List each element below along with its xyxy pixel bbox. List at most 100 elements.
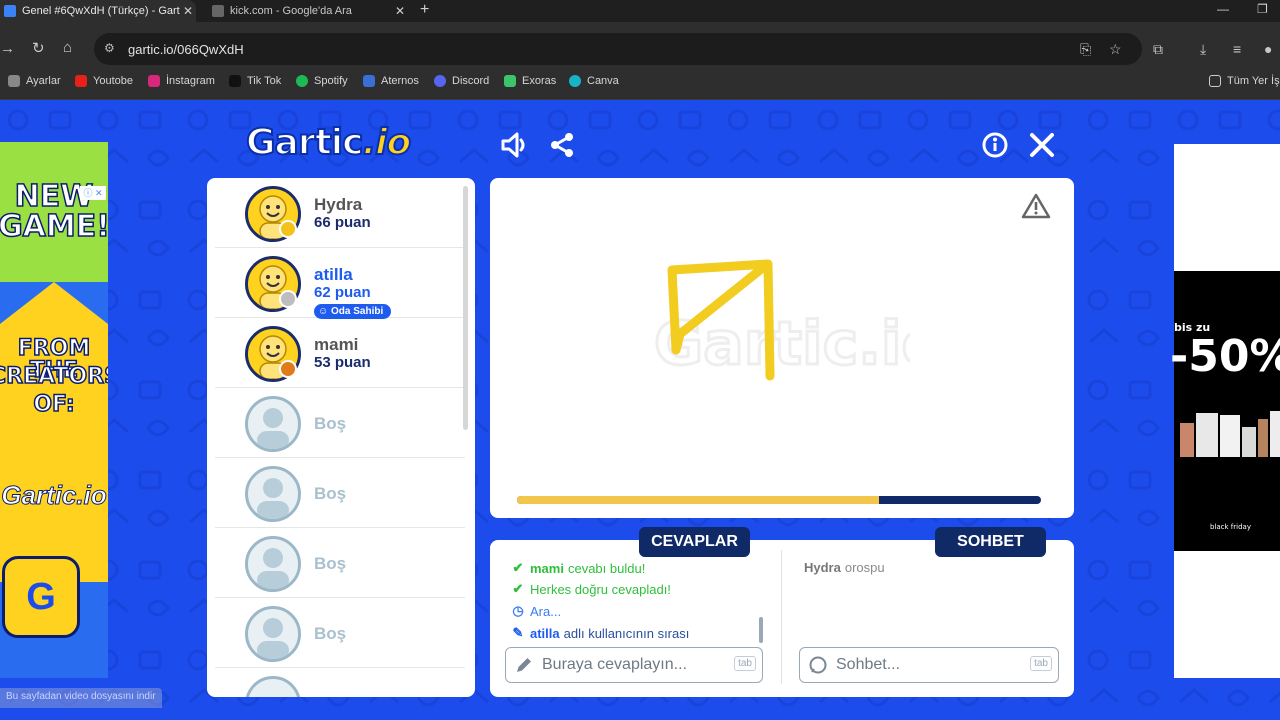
ad-text-discount: -50% xyxy=(1170,331,1280,382)
left-advertisement[interactable]: NEW GAME! FROM THE CREATORS OF: Gartic.i… xyxy=(0,142,108,678)
bookmark-aternos[interactable]: Aternos xyxy=(363,75,419,87)
gartic-g-icon: G xyxy=(2,556,80,638)
check-icon: ✔ xyxy=(512,581,524,596)
gear-icon xyxy=(8,75,20,87)
close-tab-icon[interactable]: ✕ xyxy=(180,4,196,18)
extensions-icon[interactable]: ⧉ xyxy=(1153,41,1163,58)
ad-black-panel: bis zu -50% black friday xyxy=(1170,271,1280,551)
tab-key-hint: tab xyxy=(1030,656,1052,671)
ad-gartic-logo: Gartic.io xyxy=(1,480,107,511)
gartic-page: NEW GAME! FROM THE CREATORS OF: Gartic.i… xyxy=(0,100,1280,720)
site-info-icon[interactable]: ⚙ xyxy=(104,41,115,55)
sound-icon[interactable] xyxy=(500,130,530,160)
profile-icon[interactable]: ● xyxy=(1264,41,1272,57)
bookmark-star-icon[interactable]: ☆ xyxy=(1109,41,1122,58)
maximize-icon[interactable]: ❐ xyxy=(1257,2,1268,16)
clock-icon: ◷ xyxy=(512,603,524,618)
folder-icon xyxy=(1209,75,1221,87)
tiktok-icon xyxy=(229,75,241,87)
bookmark-canva[interactable]: Canva xyxy=(569,75,619,87)
empty-slot[interactable]: Boş xyxy=(215,528,465,598)
address-bar[interactable] xyxy=(94,33,1142,65)
tab-kick[interactable]: kick.com - Google'da Ara ✕ xyxy=(204,0,408,22)
bookmark-discord[interactable]: Discord xyxy=(434,75,489,87)
ad-text-game: GAME! xyxy=(0,209,108,244)
empty-slot-label: Boş xyxy=(314,414,347,433)
player-color-dot xyxy=(279,290,297,308)
empty-slot[interactable]: Boş xyxy=(215,388,465,458)
share-icon[interactable] xyxy=(547,130,577,160)
empty-avatar-icon xyxy=(245,466,301,522)
close-tab-icon[interactable]: ✕ xyxy=(392,4,408,18)
answer-placeholder: Buraya cevaplayın... xyxy=(542,656,687,673)
tab-title: kick.com - Google'da Ara xyxy=(230,5,352,17)
pencil-icon: ✎ xyxy=(512,625,524,640)
bookmark-exoras[interactable]: Exoras xyxy=(504,75,556,87)
install-app-icon[interactable]: ⎘ xyxy=(1080,41,1091,58)
report-warning-icon[interactable] xyxy=(1021,192,1051,220)
empty-avatar-icon xyxy=(245,676,301,697)
player-points: 53 puan xyxy=(314,354,371,371)
bookmark-spotify[interactable]: Spotify xyxy=(296,75,348,87)
player-points: 62 puan xyxy=(314,284,371,301)
youtube-icon xyxy=(75,75,87,87)
ad-yellow-panel xyxy=(0,282,108,582)
bookmark-ayarlar[interactable]: Ayarlar xyxy=(8,75,61,87)
tab-gartic[interactable]: Genel #6QwXdH (Türkçe) - Gartic.io ✕ xyxy=(0,0,196,22)
empty-avatar-icon xyxy=(245,536,301,592)
player-points: 66 puan xyxy=(314,214,371,231)
video-download-hint[interactable]: Bu sayfadan video dosyasını indir xyxy=(0,688,162,708)
spotify-icon xyxy=(296,75,308,87)
ad-choices-icon[interactable]: ⓘ ✕ xyxy=(80,186,106,200)
bookmark-youtube[interactable]: Youtobe xyxy=(75,75,133,87)
empty-slot[interactable] xyxy=(215,668,465,697)
room-owner-badge: ☺ Oda Sahibi xyxy=(314,304,392,319)
close-icon[interactable] xyxy=(1027,130,1057,160)
answers-scrollbar[interactable] xyxy=(759,617,763,643)
minimize-icon[interactable]: — xyxy=(1217,2,1229,16)
all-bookmarks[interactable]: Tüm Yer İş xyxy=(1209,75,1280,87)
round-timer-fill xyxy=(517,496,879,504)
info-icon[interactable] xyxy=(980,130,1010,160)
url-text[interactable]: gartic.io/066QwXdH xyxy=(128,42,244,57)
player-row[interactable]: Hydra 66 puan xyxy=(215,178,465,248)
tab-answers[interactable]: CEVAPLAR xyxy=(639,527,750,557)
instagram-icon xyxy=(148,75,160,87)
right-advertisement[interactable]: bis zu -50% black friday xyxy=(1170,144,1280,678)
tab-title: Genel #6QwXdH (Türkçe) - Gartic.io xyxy=(22,5,180,17)
tab-chat[interactable]: SOHBET xyxy=(935,527,1046,557)
gartic-logo: Gartic.io xyxy=(245,121,412,164)
player-list-scrollbar[interactable] xyxy=(463,186,468,430)
answer-line: ✎ atilla adlı kullanıcının sırası xyxy=(510,625,690,641)
player-name: Hydra xyxy=(314,195,363,214)
answer-input[interactable]: Buraya cevaplayın... tab xyxy=(505,647,763,683)
empty-slot-label: Boş xyxy=(314,484,347,503)
player-name: atilla xyxy=(314,265,353,284)
media-icon[interactable]: ≡ xyxy=(1233,41,1241,57)
drawing-canvas[interactable]: Gartic.io xyxy=(490,178,1074,518)
gartic-favicon-icon xyxy=(4,5,16,17)
player-row[interactable]: mami 53 puan xyxy=(215,318,465,388)
ad-text-of: OF: xyxy=(33,392,76,417)
bookmark-tiktok[interactable]: Tik Tok xyxy=(229,75,281,87)
answer-line: ◷ Ara... xyxy=(510,603,561,619)
tab-key-hint: tab xyxy=(734,656,756,671)
empty-slot[interactable]: Boş xyxy=(215,598,465,668)
player-row[interactable]: atilla 62 puan ☺ Oda Sahibi xyxy=(215,248,465,319)
empty-avatar-icon xyxy=(245,606,301,662)
empty-slot[interactable]: Boş xyxy=(215,458,465,528)
answer-line: ✔ Herkes doğru cevapladı! xyxy=(510,581,671,597)
reload-icon[interactable]: ↻ xyxy=(32,39,45,57)
discord-icon xyxy=(434,75,446,87)
new-tab-button[interactable]: + xyxy=(420,1,429,19)
crown-icon: ☺ xyxy=(318,306,331,317)
ad-products-image xyxy=(1180,411,1280,457)
player-list: Hydra 66 puan atilla 62 puan ☺ Oda Sahib… xyxy=(207,178,475,697)
chat-input[interactable]: Sohbet... tab xyxy=(799,647,1059,683)
forward-icon[interactable]: → xyxy=(0,40,15,57)
chat-placeholder: Sohbet... xyxy=(836,656,901,673)
download-icon[interactable]: ⤓ xyxy=(1200,41,1206,58)
aternos-icon xyxy=(363,75,375,87)
bookmark-instagram[interactable]: İnstagram xyxy=(148,75,215,87)
home-icon[interactable]: ⌂ xyxy=(63,39,72,56)
